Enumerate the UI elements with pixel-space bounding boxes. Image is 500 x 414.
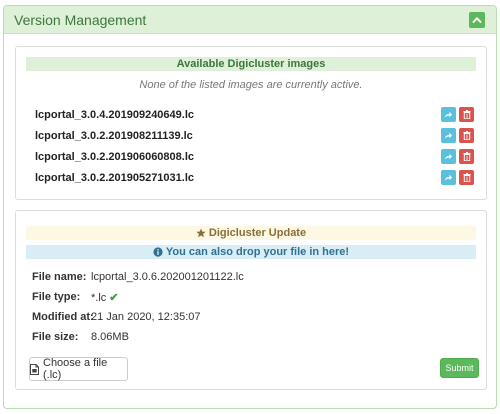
panel-header: Version Management [4,6,496,34]
update-header: Digicluster Update [26,226,476,240]
share-button[interactable] [441,170,456,185]
collapse-button[interactable] [469,12,485,28]
version-management-panel: Version Management Available Digicluster… [3,5,497,409]
share-icon [444,111,453,118]
image-name: lcportal_3.0.2.201905271031.lc [35,172,195,184]
share-icon [444,132,453,139]
available-images-box: Available Digicluster images None of the… [15,46,487,200]
image-row: lcportal_3.0.4.201909240649.lc [35,107,475,123]
image-name: lcportal_3.0.2.201906060808.lc [35,151,195,163]
panel-title: Version Management [14,12,147,28]
trash-icon [463,131,470,140]
image-name: lcportal_3.0.4.201909240649.lc [35,109,195,121]
submit-button[interactable]: Submit [440,358,479,378]
delete-button[interactable] [459,128,474,143]
share-button[interactable] [441,107,456,122]
delete-button[interactable] [459,149,474,164]
image-row: lcportal_3.0.2.201908211139.lc [35,128,475,144]
share-button[interactable] [441,128,456,143]
file-type-label: File type: [32,291,81,303]
image-name: lcportal_3.0.2.201908211139.lc [35,130,193,142]
available-images-header: Available Digicluster images [26,57,476,71]
choose-file-label: Choose a file (.lc) [43,357,108,381]
share-button[interactable] [441,149,456,164]
file-size-label: File size: [32,331,79,343]
file-size-value: 8.06MB [91,331,129,343]
inactive-note: None of the listed images are currently … [139,79,363,91]
delete-button[interactable] [459,107,474,122]
share-icon [444,174,453,181]
star-icon [196,228,206,238]
update-box[interactable]: Digicluster Update You can also drop you… [15,210,487,390]
drop-hint: You can also drop your file in here! [26,245,476,259]
image-row: lcportal_3.0.2.201906060808.lc [35,149,475,165]
choose-file-button[interactable]: Choose a file (.lc) [29,357,128,381]
info-circle-icon [153,247,163,257]
file-type-value: *.lc [91,292,107,304]
file-name-value: lcportal_3.0.6.202001201122.lc [91,271,244,283]
image-row: lcportal_3.0.2.201905271031.lc [35,170,475,186]
file-type-value-wrap: *.lc ✔ [91,291,119,304]
modified-at-value: 21 Jan 2020, 12:35:07 [91,311,201,323]
share-icon [444,153,453,160]
file-icon [30,363,39,375]
trash-icon [463,173,470,182]
trash-icon [463,152,470,161]
file-name-label: File name: [32,271,87,283]
chevron-up-icon [472,17,482,23]
update-header-label: Digicluster Update [208,227,307,239]
modified-at-label: Modified at: [32,311,94,323]
delete-button[interactable] [459,170,474,185]
trash-icon [463,110,470,119]
check-icon: ✔ [109,292,119,304]
drop-hint-label: You can also drop your file in here! [165,246,350,258]
